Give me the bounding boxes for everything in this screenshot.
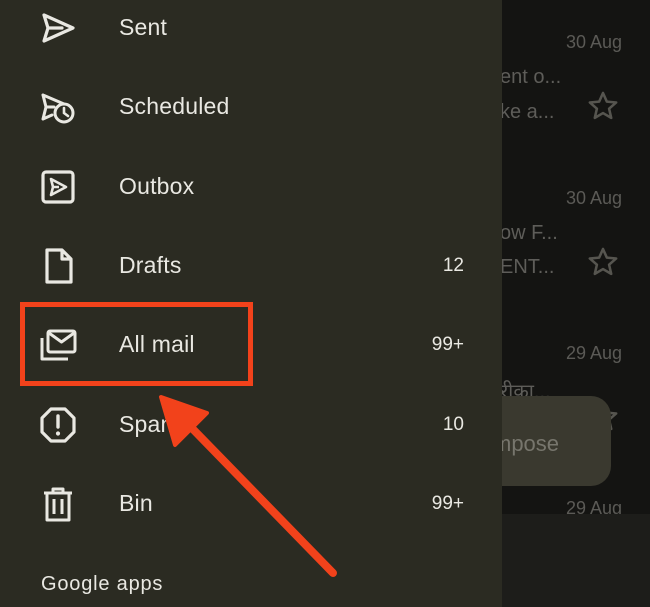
- drawer-item-label: Scheduled: [119, 93, 230, 119]
- email-subject: ow F...: [500, 222, 558, 244]
- google-apps-section-title: Google apps: [41, 573, 164, 595]
- email-subject: ent o...: [500, 66, 562, 88]
- background-bottom-bar: [500, 514, 650, 607]
- drawer-item-count: 12: [442, 255, 464, 276]
- star-icon[interactable]: [586, 245, 620, 279]
- drawer-item-label: Bin: [119, 490, 153, 516]
- drawer-item-drafts[interactable]: Drafts 12: [0, 230, 502, 300]
- drawer-item-bin[interactable]: Bin 99+: [0, 468, 502, 538]
- drawer-item-scheduled[interactable]: Scheduled: [0, 71, 502, 141]
- drawer-item-label: Sent: [119, 14, 168, 40]
- draft-icon: [45, 248, 73, 284]
- send-icon: [42, 13, 75, 43]
- outbox-icon: [41, 170, 75, 204]
- email-snippet: ENT...: [500, 256, 555, 278]
- email-snippet: ke a...: [500, 101, 555, 123]
- email-date: 30 Aug: [565, 188, 622, 208]
- highlight-box: [20, 302, 253, 386]
- drawer-item-spam[interactable]: Spam 10: [0, 389, 502, 459]
- drawer-item-label: Outbox: [119, 173, 195, 199]
- email-date: 29 Aug: [565, 343, 622, 363]
- drawer-item-count: 99+: [431, 334, 464, 355]
- email-date: 30 Aug: [565, 32, 622, 52]
- scheduled-icon: [41, 93, 75, 124]
- star-icon[interactable]: [586, 89, 620, 123]
- compose-label: mpose: [493, 431, 560, 456]
- drawer-item-outbox[interactable]: Outbox: [0, 151, 502, 221]
- drawer-item-sent[interactable]: Sent: [0, 0, 502, 62]
- spam-icon: [40, 407, 76, 443]
- drawer-item-count: 99+: [431, 493, 464, 514]
- bin-icon: [44, 487, 72, 522]
- drawer-item-label: Drafts: [119, 252, 182, 278]
- drawer-item-count: 10: [442, 414, 464, 435]
- drawer-item-label: Spam: [119, 411, 180, 437]
